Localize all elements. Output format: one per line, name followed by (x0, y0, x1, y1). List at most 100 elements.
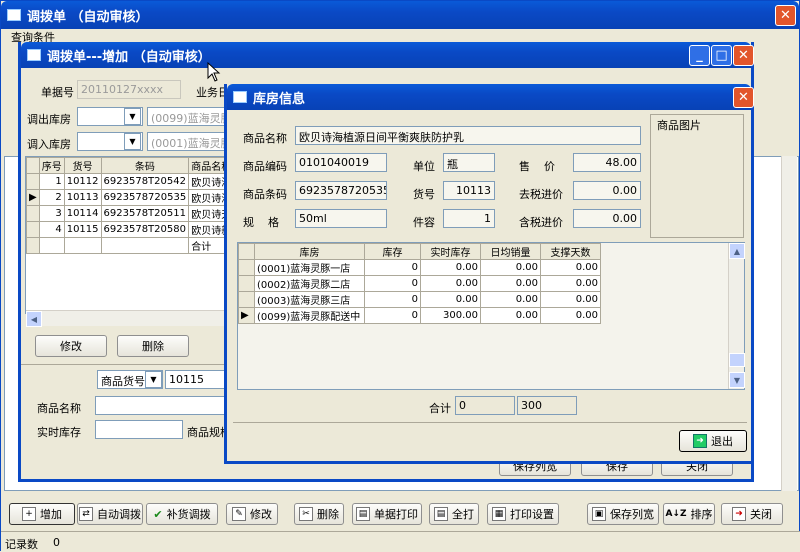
main-vertical-scrollbar[interactable] (781, 156, 797, 491)
search-type-dropdown-icon[interactable]: ▼ (145, 371, 162, 388)
col-seq[interactable]: 序号 (38, 157, 65, 174)
table-row[interactable]: (0001)蓝海灵豚一店 0 0.00 0.00 0.00 (238, 259, 601, 276)
col-code[interactable]: 货号 (63, 157, 102, 174)
main-close-button[interactable]: ✕ (775, 5, 796, 26)
cell-daily: 0.00 (480, 291, 541, 308)
cell-days: 0.00 (540, 307, 601, 324)
table-row[interactable]: 4 10115 6923578T20580 欧贝诗新 (26, 221, 230, 238)
cell-realtime: 0.00 (420, 291, 481, 308)
edit-row-button[interactable]: 修改 (35, 335, 107, 357)
modify-button[interactable]: ✎ 修改 (226, 503, 278, 525)
row-selector[interactable] (26, 173, 40, 190)
stock-total-field[interactable]: 0 (455, 396, 515, 415)
out-store-name-field[interactable]: (0099)蓝海灵豚 (147, 107, 227, 126)
cell-stock: 0 (364, 291, 421, 308)
exit-button[interactable]: ➜ 退出 (679, 430, 747, 452)
name-field[interactable]: 欧贝诗海植源日间平衡爽肤防护乳 (295, 126, 641, 145)
record-count-value: 0 (53, 536, 60, 549)
doc-no-field[interactable]: 20110127xxxx (77, 80, 181, 99)
close-label: 关闭 (750, 508, 772, 521)
col-realtime[interactable]: 实时库存 (420, 243, 481, 260)
product-name-field[interactable] (95, 396, 231, 415)
search-value-field[interactable]: 10115 (165, 370, 231, 389)
scroll-left-icon[interactable]: ◀ (26, 311, 42, 327)
stock-field[interactable] (95, 420, 183, 439)
close-toolbar-button[interactable]: ➜ 关闭 (721, 503, 783, 525)
table-row[interactable]: (0002)蓝海灵豚二店 0 0.00 0.00 0.00 (238, 275, 601, 292)
item-no-field[interactable]: 10113 (443, 181, 495, 200)
store-close-button[interactable]: ✕ (733, 87, 754, 108)
ex-tax-field[interactable]: 0.00 (573, 181, 641, 200)
out-store-dropdown-icon[interactable]: ▼ (124, 108, 141, 125)
product-image-label: 商品图片 (657, 119, 701, 132)
cell-empty (100, 237, 190, 254)
record-count-label: 记录数 (5, 538, 38, 551)
unit-field[interactable]: 瓶 (443, 153, 495, 172)
main-titlebar: 调拨单 （自动审核） (1, 1, 799, 29)
add-close-button[interactable]: ✕ (733, 45, 754, 66)
store-stock-table: 库房 库存 实时库存 日均销量 支撑天数 (0001)蓝海灵豚一店 0 0.00… (238, 243, 601, 324)
store-grid-vertical-scrollbar[interactable]: ▲ ▼ (728, 243, 745, 389)
stock-label: 实时库存 (37, 426, 81, 439)
pack-field[interactable]: 1 (443, 209, 495, 228)
store-window-icon (233, 91, 247, 103)
row-selector[interactable] (26, 205, 40, 222)
product-image-frame: 商品图片 (650, 114, 744, 238)
scroll-thumb[interactable] (729, 353, 745, 367)
table-row[interactable]: 1 10112 6923578T20542 欧贝诗海 (26, 173, 230, 190)
table-row[interactable]: ▶ (0099)蓝海灵豚配送中 0 300.00 0.00 0.00 (238, 307, 601, 324)
cell-code: 10113 (63, 189, 102, 206)
price-field[interactable]: 48.00 (573, 153, 641, 172)
col-barcode[interactable]: 条码 (100, 157, 190, 174)
print-all-button[interactable]: ▤ 全打 (429, 503, 479, 525)
delete-icon: ✂ (299, 507, 313, 521)
restock-transfer-button[interactable]: ✔ 补货调拨 (146, 503, 218, 525)
minimize-button[interactable]: _ (689, 45, 710, 66)
col-days[interactable]: 支撑天数 (540, 243, 601, 260)
delete-toolbar-button[interactable]: ✂ 删除 (294, 503, 344, 525)
col-stock[interactable]: 库存 (364, 243, 421, 260)
print-setup-label: 打印设置 (510, 508, 554, 521)
cell-days: 0.00 (540, 291, 601, 308)
items-horizontal-scrollbar[interactable]: ◀ (26, 310, 230, 327)
cell-store: (0002)蓝海灵豚二店 (254, 275, 365, 292)
scroll-down-icon[interactable]: ▼ (729, 372, 745, 388)
table-row[interactable]: ▶ 2 10113 6923578720535 欧贝诗海 (26, 189, 230, 206)
in-tax-field[interactable]: 0.00 (573, 209, 641, 228)
save-columns-label: 保存列宽 (610, 508, 654, 521)
save-columns-toolbar-button[interactable]: ▣ 保存列宽 (587, 503, 659, 525)
col-daily[interactable]: 日均销量 (480, 243, 541, 260)
spec-field[interactable]: 50ml (295, 209, 387, 228)
row-selector[interactable] (238, 291, 255, 308)
maximize-button[interactable]: □ (711, 45, 732, 66)
auto-transfer-button[interactable]: ⇄ 自动调拨 (77, 503, 143, 525)
in-store-dropdown-icon[interactable]: ▼ (124, 133, 141, 150)
print-setup-button[interactable]: ▦ 打印设置 (487, 503, 559, 525)
row-selector[interactable] (26, 221, 40, 238)
table-row[interactable]: (0003)蓝海灵豚三店 0 0.00 0.00 0.00 (238, 291, 601, 308)
in-store-name-field[interactable]: (0001)蓝海灵豚 (147, 132, 227, 151)
add-label: 增加 (40, 508, 62, 521)
scroll-up-icon[interactable]: ▲ (729, 243, 745, 259)
table-row[interactable]: 3 10114 6923578T20511 欧贝诗天 (26, 205, 230, 222)
row-selector-current-icon[interactable]: ▶ (238, 307, 255, 324)
delete-row-button[interactable]: 删除 (117, 335, 189, 357)
delete-row-label: 删除 (142, 340, 164, 353)
row-selector[interactable] (238, 275, 255, 292)
print-doc-button[interactable]: ▤ 单据打印 (352, 503, 422, 525)
product-name-label: 商品名称 (37, 402, 81, 415)
row-selector-current-icon[interactable]: ▶ (26, 189, 40, 206)
cell-barcode: 6923578T20580 (100, 221, 190, 238)
col-store[interactable]: 库房 (254, 243, 365, 260)
realtime-total-field[interactable]: 300 (517, 396, 577, 415)
printer-icon: ▤ (356, 507, 370, 521)
row-selector[interactable] (238, 259, 255, 276)
cell-seq: 4 (38, 221, 65, 238)
check-icon: ✔ (153, 507, 163, 521)
code-field[interactable]: 0101040019 (295, 153, 387, 172)
add-button[interactable]: + 增加 (9, 503, 75, 525)
barcode-field[interactable]: 6923578720535 (295, 181, 387, 200)
print-all-label: 全打 (452, 508, 474, 521)
print-all-icon: ▤ (434, 507, 448, 521)
sort-button[interactable]: A↓Z 排序 (663, 503, 715, 525)
